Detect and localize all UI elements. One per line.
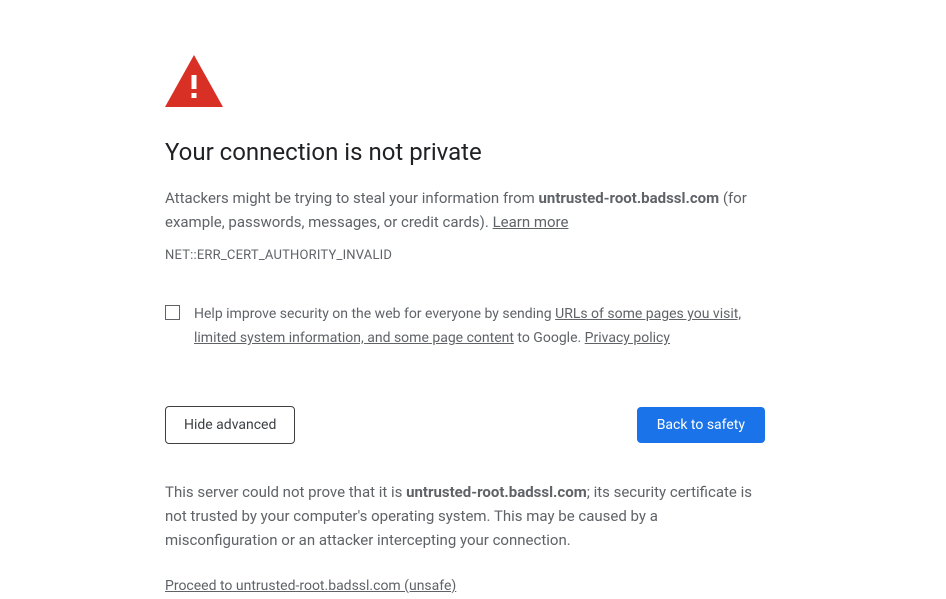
advanced-prefix: This server could not prove that it is: [165, 483, 406, 501]
hide-advanced-button[interactable]: Hide advanced: [165, 406, 295, 444]
opt-in-checkbox[interactable]: [165, 305, 180, 320]
error-code: NET::ERR_CERT_AUTHORITY_INVALID: [165, 248, 765, 263]
warning-prefix: Attackers might be trying to steal your …: [165, 189, 539, 207]
proceed-unsafe-link[interactable]: Proceed to untrusted-root.badssl.com (un…: [165, 578, 456, 594]
page-title: Your connection is not private: [165, 137, 765, 168]
learn-more-link[interactable]: Learn more: [493, 213, 569, 231]
advanced-explanation: This server could not prove that it is u…: [165, 480, 765, 552]
advanced-domain: untrusted-root.badssl.com: [406, 483, 587, 501]
opt-in-prefix: Help improve security on the web for eve…: [194, 306, 555, 322]
opt-in-mid: to Google.: [514, 330, 585, 346]
opt-in-link-privacy[interactable]: Privacy policy: [585, 330, 670, 346]
opt-in-row: Help improve security on the web for eve…: [165, 303, 765, 351]
opt-in-text: Help improve security on the web for eve…: [194, 303, 765, 351]
ssl-error-interstitial: Your connection is not private Attackers…: [165, 0, 765, 594]
back-to-safety-button[interactable]: Back to safety: [637, 407, 765, 443]
button-row: Hide advanced Back to safety: [165, 406, 765, 444]
warning-domain: untrusted-root.badssl.com: [539, 189, 720, 207]
warning-paragraph: Attackers might be trying to steal your …: [165, 186, 765, 234]
warning-triangle-icon: [165, 55, 765, 107]
